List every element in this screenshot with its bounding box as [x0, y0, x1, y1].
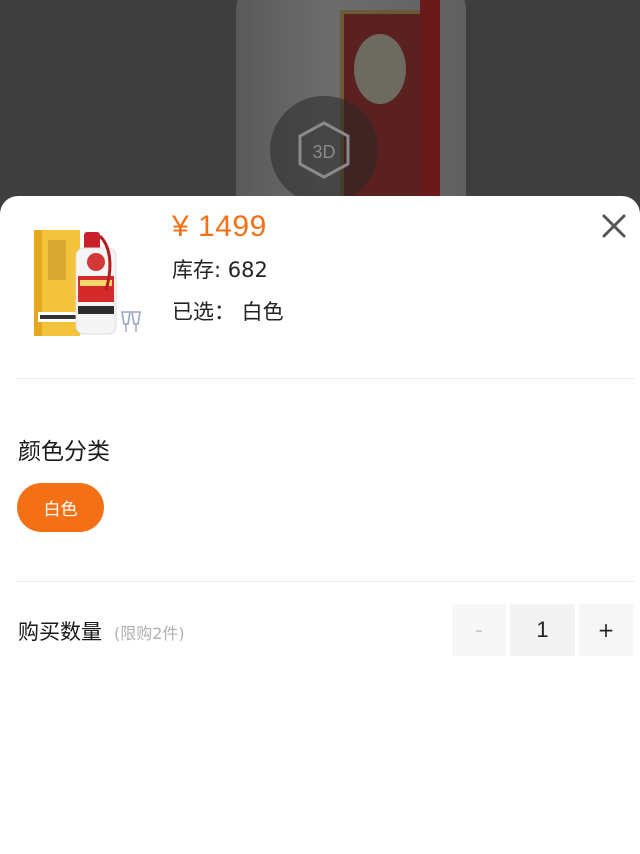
product-image-ribbon [420, 0, 440, 200]
quantity-limit-note: (限购2件) [114, 624, 185, 643]
view-3d-label: 3D [312, 142, 335, 162]
decrease-quantity-button[interactable]: - [452, 604, 506, 656]
product-price: ¥ 1499 [172, 210, 267, 243]
sku-bottom-sheet: ¥ 1499 库存: 682 已选： 白色 颜色分类 白色 购买数量 (限购2件… [0, 196, 640, 854]
product-thumbnail [26, 218, 150, 342]
selected-option: 已选： 白色 [172, 300, 284, 324]
divider [16, 378, 634, 379]
quantity-value[interactable]: 1 [510, 604, 575, 656]
sku-selector-page: 3D ¥ 1499 库存: 682 已选： 白色 颜色分类 白色 购买数量 (限… [0, 0, 640, 854]
label-emblem [354, 34, 406, 104]
stock-count: 库存: 682 [172, 258, 268, 282]
divider [16, 581, 634, 582]
close-icon [602, 214, 626, 238]
increase-quantity-button[interactable]: + [579, 604, 633, 656]
close-button[interactable] [594, 206, 634, 246]
color-section-title: 颜色分类 [18, 439, 110, 465]
3d-cube-icon: 3D [298, 121, 350, 179]
quantity-title: 购买数量 [18, 620, 102, 644]
view-3d-button[interactable]: 3D [270, 96, 378, 204]
color-option-white[interactable]: 白色 [17, 483, 104, 532]
quantity-stepper: - 1 + [452, 604, 633, 656]
